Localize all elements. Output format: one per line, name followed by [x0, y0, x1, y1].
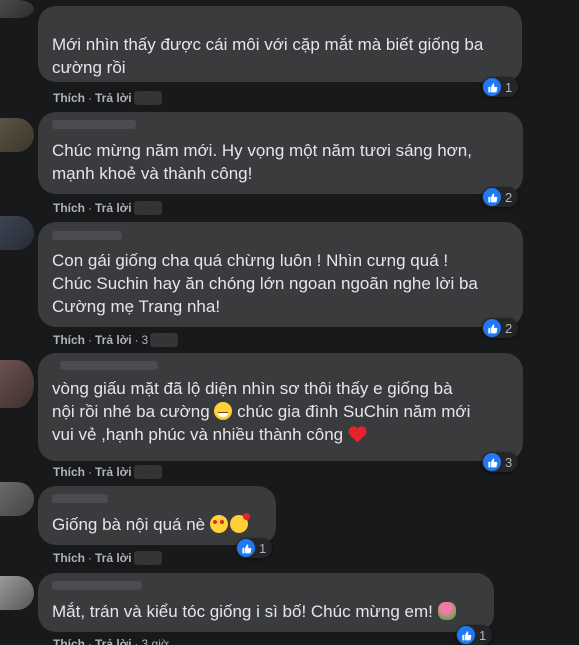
- like-reaction-count[interactable]: 1: [456, 625, 493, 645]
- avatar[interactable]: [0, 216, 34, 250]
- comment-actions: Thích · Trả lời: [53, 465, 162, 479]
- like-count: 3: [505, 454, 513, 470]
- like-thumb-icon: [483, 78, 501, 96]
- comment-text: Chúc mừng năm mới. Hy vọng một năm tươi …: [52, 141, 472, 183]
- comment: Giống bà nội quá nè: [38, 486, 276, 545]
- comment-bubble: Mắt, trán và kiểu tóc giống i sì bố! Chú…: [38, 573, 494, 632]
- like-count: 1: [259, 540, 267, 556]
- comment-text: Mắt, trán và kiểu tóc giống i sì bố! Chú…: [52, 600, 480, 623]
- like-link[interactable]: Thích: [53, 551, 85, 565]
- like-thumb-icon: [457, 626, 475, 644]
- like-link[interactable]: Thích: [53, 333, 85, 347]
- comment-text: vòng giấu mặt đã lộ diện nhìn sơ thôi th…: [52, 379, 471, 444]
- like-thumb-icon: [483, 188, 501, 206]
- comment-bubble: Mới nhìn thấy được cái môi với cặp mắt m…: [38, 6, 522, 82]
- comment-actions: Thích · Trả lời: [53, 201, 162, 215]
- comment: vòng giấu mặt đã lộ diện nhìn sơ thôi th…: [38, 353, 523, 461]
- author-name-redacted[interactable]: [52, 581, 142, 590]
- like-thumb-icon: [237, 539, 255, 557]
- like-reaction-count[interactable]: 2: [482, 187, 519, 207]
- author-name-redacted[interactable]: [52, 120, 136, 129]
- reply-link[interactable]: Trả lời: [95, 333, 132, 347]
- avatar[interactable]: [0, 0, 34, 18]
- author-name-redacted[interactable]: [52, 231, 122, 240]
- avatar[interactable]: [0, 482, 34, 516]
- like-link[interactable]: Thích: [53, 465, 85, 479]
- like-reaction-count[interactable]: 1: [482, 77, 519, 97]
- comment-text: Con gái giống cha quá chừng luôn ! Nhìn …: [52, 251, 478, 316]
- like-thumb-icon: [483, 319, 501, 337]
- comment-actions: Thích · Trả lời: [53, 551, 162, 565]
- comment: Chúc mừng năm mới. Hy vọng một năm tươi …: [38, 112, 523, 194]
- like-count: 2: [505, 189, 513, 205]
- avatar[interactable]: [0, 360, 34, 408]
- smiling-hearts-emoji: [229, 513, 250, 533]
- comment: Mắt, trán và kiểu tóc giống i sì bố! Chú…: [38, 573, 494, 632]
- like-link[interactable]: Thích: [53, 201, 85, 215]
- author-name-redacted[interactable]: [52, 494, 108, 503]
- comment: Con gái giống cha quá chừng luôn ! Nhìn …: [38, 222, 523, 327]
- comment-time[interactable]: 3 giờ: [142, 637, 169, 645]
- like-link[interactable]: Thích: [53, 637, 85, 645]
- comment-bubble: vòng giấu mặt đã lộ diện nhìn sơ thôi th…: [38, 353, 523, 461]
- like-count: 1: [505, 79, 513, 95]
- reply-link[interactable]: Trả lời: [95, 637, 132, 645]
- like-reaction-count[interactable]: 3: [482, 452, 519, 472]
- comment-text: Mới nhìn thấy được cái môi với cặp mắt m…: [52, 35, 484, 77]
- comment-bubble: Giống bà nội quá nè: [38, 486, 276, 545]
- avatar[interactable]: [0, 576, 34, 610]
- like-thumb-icon: [483, 453, 501, 471]
- red-heart-emoji: [348, 427, 366, 443]
- like-count: 2: [505, 320, 513, 336]
- like-link[interactable]: Thích: [53, 91, 85, 105]
- comment-time[interactable]: 3: [142, 333, 149, 347]
- like-count: 1: [479, 627, 487, 643]
- comment-bubble: Chúc mừng năm mới. Hy vọng một năm tươi …: [38, 112, 523, 194]
- bouquet-emoji: [437, 602, 456, 620]
- reply-link[interactable]: Trả lời: [95, 91, 132, 105]
- like-reaction-count[interactable]: 2: [482, 318, 519, 338]
- reply-link[interactable]: Trả lời: [95, 551, 132, 565]
- author-name-redacted[interactable]: [60, 361, 158, 370]
- reply-link[interactable]: Trả lời: [95, 201, 132, 215]
- comment: Mới nhìn thấy được cái môi với cặp mắt m…: [38, 6, 522, 82]
- comment-actions: Thích · Trả lời: [53, 91, 162, 105]
- like-reaction-count[interactable]: 1: [236, 538, 273, 558]
- comment-bubble: Con gái giống cha quá chừng luôn ! Nhìn …: [38, 222, 523, 327]
- grinning-sweat-emoji: [214, 402, 233, 420]
- heart-eyes-emoji: [209, 515, 228, 533]
- comment-actions: Thích · Trả lời · 3: [53, 333, 179, 347]
- avatar[interactable]: [0, 118, 34, 152]
- reply-link[interactable]: Trả lời: [95, 465, 132, 479]
- comment-text: Giống bà nội quá nè: [52, 513, 262, 536]
- comment-actions: Thích · Trả lời · 3 giờ: [53, 637, 169, 645]
